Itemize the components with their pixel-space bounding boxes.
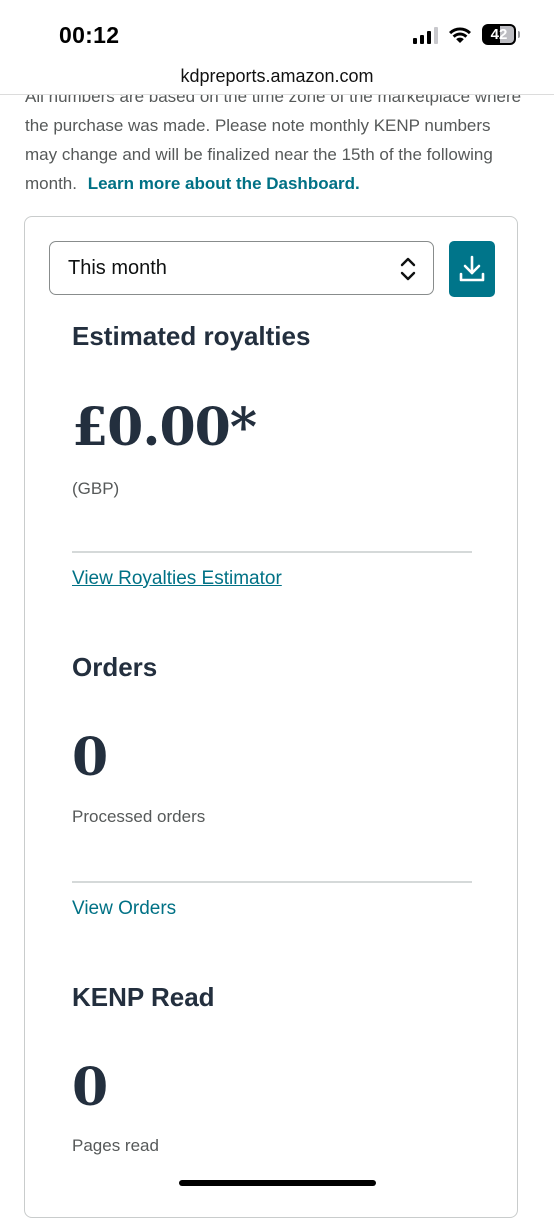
- intro-section: All numbers are based on the time zone o…: [0, 95, 554, 195]
- download-icon: [459, 255, 485, 282]
- cellular-signal-icon: [413, 26, 438, 44]
- status-icons: 42: [413, 24, 520, 45]
- intro-paragraph: All numbers are based on the time zone o…: [25, 95, 525, 195]
- status-time: 00:12: [59, 22, 120, 48]
- dashboard-card: This month Estimated royalties £0.00* (G…: [24, 216, 518, 1218]
- battery-level-text: 42: [490, 26, 508, 43]
- status-bar: 00:12 42: [0, 0, 554, 62]
- view-royalties-estimator-link[interactable]: View Royalties Estimator: [72, 568, 282, 590]
- home-indicator: [179, 1180, 376, 1186]
- divider: [72, 551, 472, 553]
- view-orders-link[interactable]: View Orders: [72, 898, 176, 920]
- date-range-select[interactable]: This month: [49, 241, 434, 295]
- orders-count: 0: [72, 727, 108, 788]
- browser-url-bar[interactable]: kdpreports.amazon.com: [0, 62, 554, 95]
- wifi-icon: [449, 26, 471, 43]
- divider: [72, 881, 472, 883]
- date-range-value: This month: [68, 256, 167, 279]
- download-button[interactable]: [449, 241, 495, 297]
- royalties-currency: (GBP): [72, 479, 120, 498]
- orders-label: Processed orders: [72, 807, 206, 826]
- battery-icon: 42: [482, 24, 520, 45]
- learn-more-dashboard-link[interactable]: Learn more about the Dashboard.: [88, 174, 360, 193]
- url-text: kdpreports.amazon.com: [180, 66, 374, 86]
- kenp-count: 0: [72, 1057, 108, 1118]
- royalties-amount: £0.00*: [72, 397, 257, 458]
- chevron-up-down-icon: [400, 257, 416, 281]
- orders-title: Orders: [72, 652, 158, 682]
- kenp-label: Pages read: [72, 1136, 159, 1155]
- kenp-title: KENP Read: [72, 982, 215, 1012]
- royalties-title: Estimated royalties: [72, 321, 311, 351]
